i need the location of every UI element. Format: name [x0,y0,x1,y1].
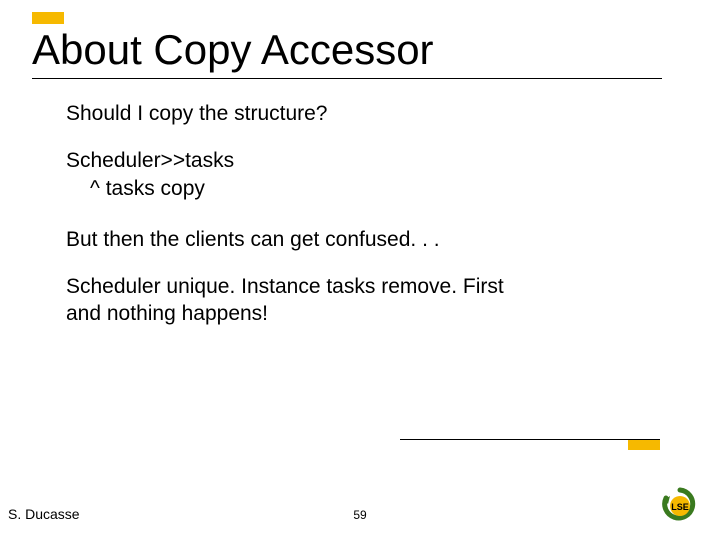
example-line-2: and nothing happens! [66,300,626,327]
accent-bar-bottom-icon [628,440,660,450]
accent-bar-icon [32,12,64,24]
code-block: Scheduler>>tasks ^ tasks copy [66,147,626,202]
code-line-2: ^ tasks copy [66,175,626,202]
code-line-1: Scheduler>>tasks [66,147,626,174]
slide-title: About Copy Accessor [32,26,434,73]
example-block: Scheduler unique. Instance tasks remove.… [66,273,626,328]
bottom-rule [400,439,660,440]
note-line: But then the clients can get confused. .… [66,226,626,253]
footer-author: S. Ducasse [8,506,80,522]
lse-logo-icon: LSE [660,486,702,526]
body: Should I copy the structure? Scheduler>>… [66,100,626,352]
page-number: 59 [353,508,366,522]
slide: About Copy Accessor Should I copy the st… [0,0,720,540]
logo-text: LSE [671,502,689,512]
title-underline: About Copy Accessor [32,26,662,79]
example-line-1: Scheduler unique. Instance tasks remove.… [66,273,626,300]
question-line: Should I copy the structure? [66,100,626,127]
title-block: About Copy Accessor [32,12,662,79]
